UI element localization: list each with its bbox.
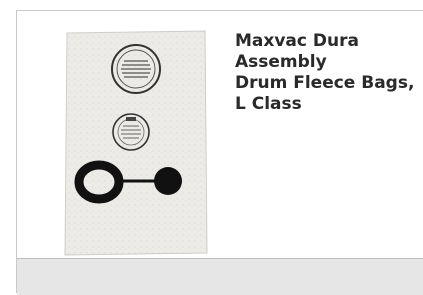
- product-title-line: Maxvac Dura: [235, 31, 359, 51]
- product-title-line: L Class: [235, 94, 302, 114]
- product-image[interactable]: [61, 29, 211, 257]
- card-footer: [17, 258, 423, 295]
- product-card[interactable]: Maxvac Dura Assembly Drum Fleece Bags, L…: [16, 10, 423, 295]
- product-title-line: Drum Fleece Bags,: [235, 73, 415, 93]
- product-title[interactable]: Maxvac Dura Assembly Drum Fleece Bags, L…: [235, 31, 420, 115]
- fleece-bag-image: [64, 30, 208, 256]
- product-title-line: Assembly: [235, 52, 327, 72]
